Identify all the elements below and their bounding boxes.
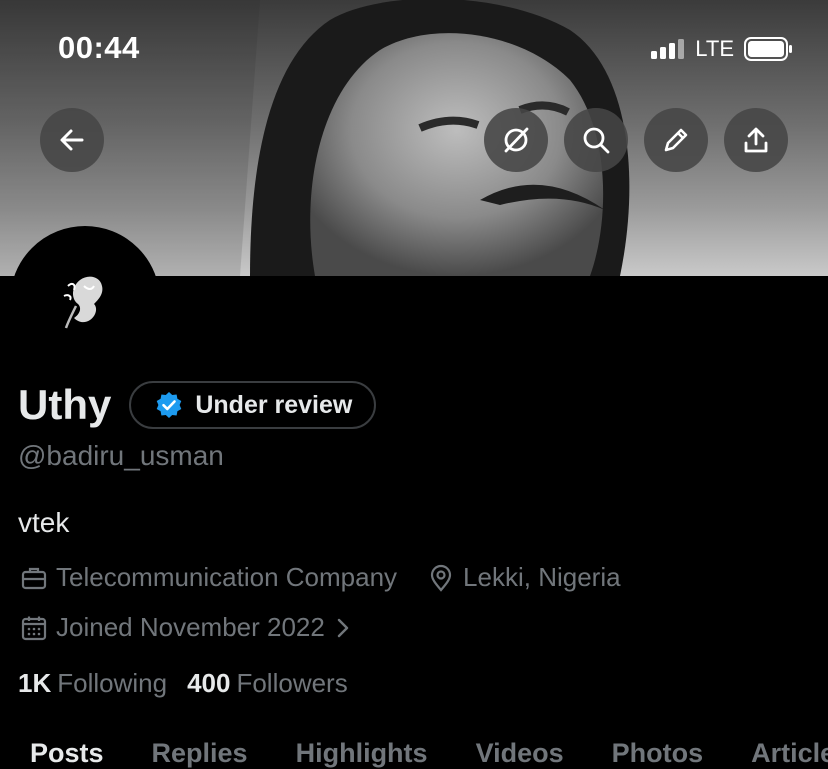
profile-tabs: Posts Replies Highlights Videos Photos A… <box>30 738 828 769</box>
search-icon <box>583 127 610 154</box>
back-button[interactable] <box>40 108 104 172</box>
location-pin-icon <box>430 564 452 592</box>
tab-replies[interactable]: Replies <box>152 738 248 769</box>
followers-count: 400 <box>187 668 231 698</box>
profile-banner[interactable]: 00:44 LTE <box>0 0 828 276</box>
search-button[interactable] <box>564 108 628 172</box>
verification-badge[interactable]: Under review <box>129 381 377 429</box>
display-name: Uthy <box>18 381 112 428</box>
tab-articles[interactable]: Articles <box>751 738 828 769</box>
following-link[interactable]: 1K Following <box>18 668 167 699</box>
location-label: Lekki, Nigeria <box>463 562 621 592</box>
tab-highlights[interactable]: Highlights <box>296 738 428 769</box>
profile-joined[interactable]: Joined November 2022 <box>20 612 353 643</box>
battery-icon <box>744 37 792 61</box>
following-count: 1K <box>18 668 52 698</box>
tab-photos[interactable]: Photos <box>612 738 704 769</box>
tab-videos[interactable]: Videos <box>476 738 564 769</box>
profile-bio: vtek <box>18 507 70 538</box>
upload-icon <box>744 127 768 153</box>
edit-button[interactable] <box>644 108 708 172</box>
cellular-signal-icon <box>651 39 685 59</box>
chevron-right-icon <box>337 618 349 637</box>
profile-joined-row[interactable]: Joined November 2022 <box>20 612 353 643</box>
verified-check-icon <box>157 392 182 418</box>
network-type: LTE <box>695 36 734 61</box>
tab-posts[interactable]: Posts <box>30 738 104 769</box>
profile-avatar[interactable] <box>10 226 160 376</box>
profile-location: Lekki, Nigeria <box>427 562 621 593</box>
verification-label: Under review <box>195 390 353 419</box>
profile-category: Telecommunication Company <box>20 562 397 593</box>
arrow-left-icon <box>60 129 84 151</box>
following-label: Following <box>57 668 168 698</box>
followers-label: Followers <box>236 668 348 698</box>
category-label: Telecommunication Company <box>56 562 398 592</box>
grok-button[interactable] <box>484 108 548 172</box>
profile-handle: @badiru_usman <box>18 440 224 471</box>
follow-stats: 1K Following 400 Followers <box>18 668 348 699</box>
share-button[interactable] <box>724 108 788 172</box>
name-row: Uthy Under review <box>18 381 377 429</box>
pencil-icon <box>664 128 688 152</box>
briefcase-icon <box>21 567 47 589</box>
status-indicators: LTE <box>651 36 794 62</box>
followers-link[interactable]: 400 Followers <box>187 668 348 699</box>
joined-label: Joined November 2022 <box>56 612 325 642</box>
status-time: 00:44 <box>58 30 140 65</box>
avatar-image <box>63 276 103 329</box>
calendar-icon <box>21 616 47 640</box>
profile-meta-row: Telecommunication Company Lekki, Nigeria <box>20 562 621 593</box>
slashed-circle-icon <box>504 127 529 153</box>
